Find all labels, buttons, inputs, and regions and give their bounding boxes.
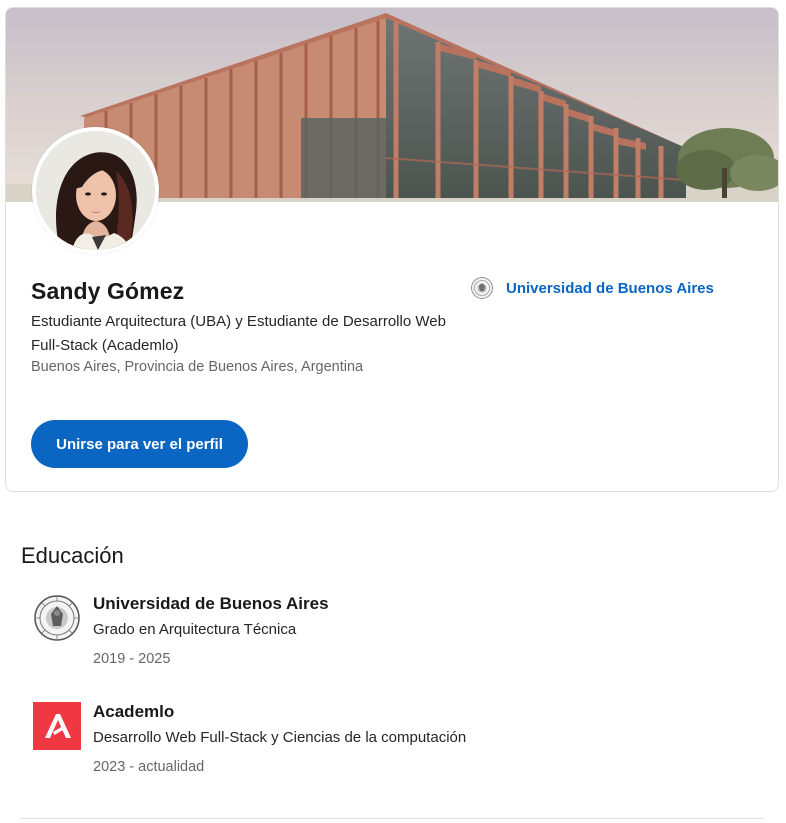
profile-card: Sandy Gómez Estudiante Arquitectura (UBA… [5, 7, 779, 492]
profile-location: Buenos Aires, Provincia de Buenos Aires,… [31, 359, 364, 375]
education-dates: 2023 - actualidad [93, 759, 205, 775]
education-section-title: Educación [21, 543, 124, 568]
current-school-label[interactable]: Universidad de Buenos Aires [506, 280, 714, 297]
list-item[interactable]: Universidad de Buenos Aires Grado en Arq… [33, 594, 493, 674]
uba-seal-icon [34, 595, 80, 641]
section-divider [21, 818, 763, 819]
uba-seal-icon [471, 277, 493, 299]
education-details: Universidad de Buenos Aires Grado en Arq… [93, 594, 329, 667]
profile-headline: Estudiante Arquitectura (UBA) y Estudian… [31, 313, 446, 354]
education-dates: 2019 - 2025 [93, 651, 171, 667]
join-to-view-profile-button[interactable]: Unirse para ver el perfil [31, 420, 248, 468]
education-degree: Grado en Arquitectura Técnica [93, 621, 297, 638]
education-degree: Desarrollo Web Full-Stack y Ciencias de … [93, 729, 467, 746]
current-school-link[interactable]: Universidad de Buenos Aires [471, 277, 714, 299]
profile-avatar [32, 127, 159, 254]
list-item[interactable]: Academlo Desarrollo Web Full-Stack y Cie… [33, 702, 553, 782]
education-school[interactable]: Academlo [93, 702, 466, 724]
education-details: Academlo Desarrollo Web Full-Stack y Cie… [93, 702, 466, 775]
profile-name: Sandy Gómez [31, 278, 185, 304]
education-school[interactable]: Universidad de Buenos Aires [93, 594, 329, 616]
academlo-logo-icon [33, 702, 81, 750]
